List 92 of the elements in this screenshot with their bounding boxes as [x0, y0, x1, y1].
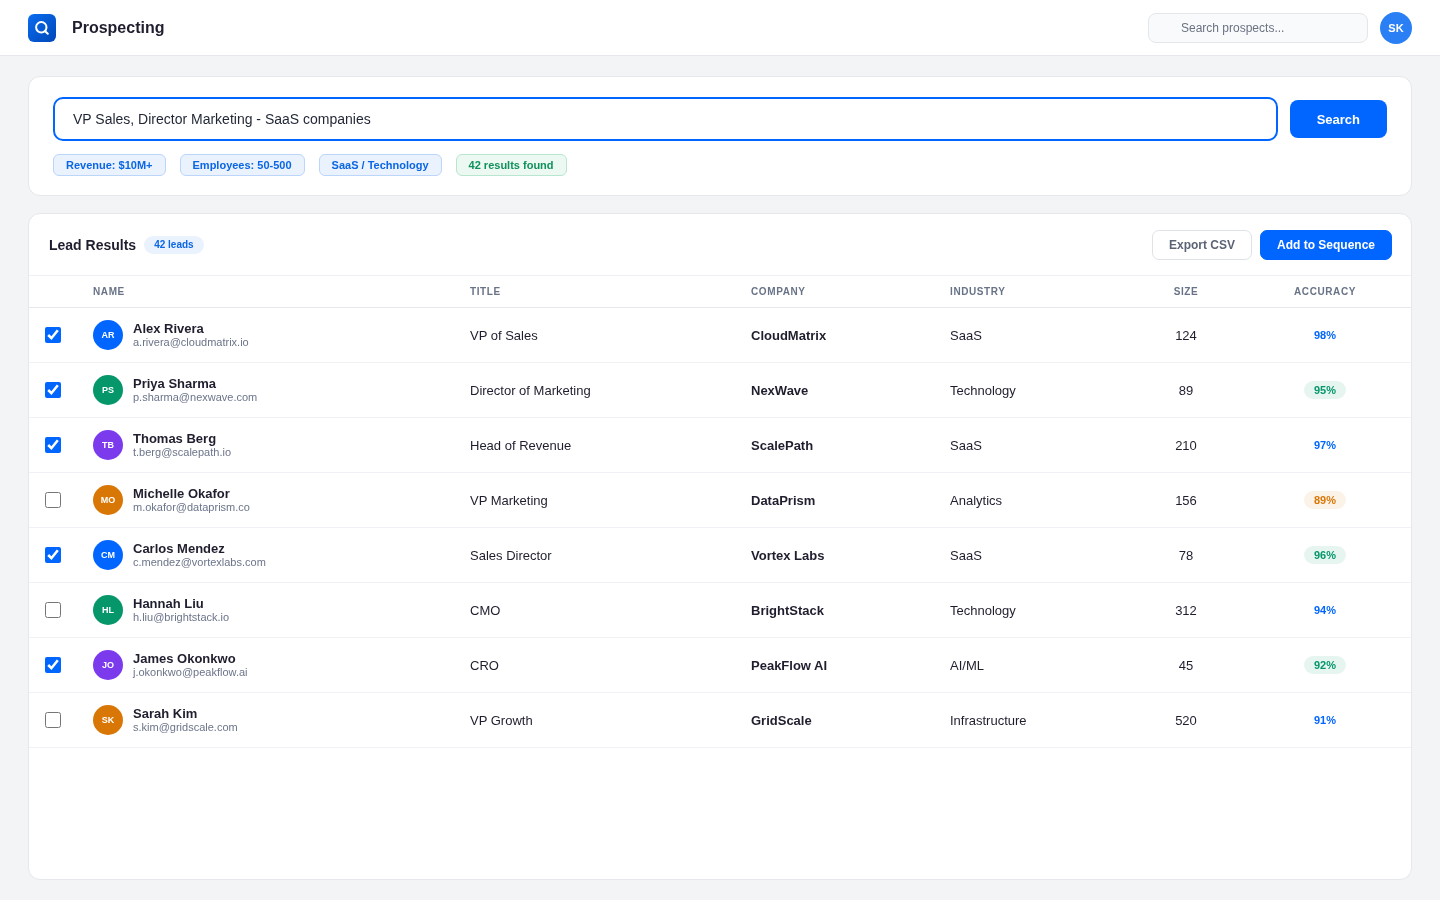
avatar: AR [93, 320, 123, 350]
accuracy-badge: 95% [1304, 381, 1346, 399]
column-header: TITLE [469, 286, 501, 297]
company-name: ScalePath [750, 437, 814, 453]
results-count-tag: 42 results found [455, 154, 567, 176]
company-name: Vortex Labs [750, 547, 825, 563]
table-cell: 45 [1178, 657, 1194, 673]
row-checkbox[interactable] [45, 327, 61, 343]
lead-email: t.berg@scalepath.io [133, 446, 231, 459]
lead-email: m.okafor@dataprism.co [133, 501, 250, 514]
row-checkbox[interactable] [45, 382, 61, 398]
company-name: GridScale [750, 712, 812, 728]
table-cell-text: Infrastructure [949, 712, 1027, 728]
search-field[interactable]: Search prospects... [1148, 12, 1368, 43]
lead-email: c.mendez@vortexlabs.com [133, 556, 266, 569]
table-cell-text: VP Marketing [469, 492, 548, 508]
accuracy-value: 98% [1313, 328, 1337, 343]
table-cell-text: Technology [949, 382, 1016, 398]
accuracy-value: 94% [1313, 603, 1337, 618]
query-input[interactable]: VP Sales, Director Marketing - SaaS companies [53, 97, 1278, 141]
company-name: NexWave [750, 382, 809, 398]
avatar: MO [93, 485, 123, 515]
table-cell: 124 [1175, 327, 1197, 343]
lead-email: h.liu@brightstack.io [133, 611, 230, 624]
row-checkbox[interactable] [45, 492, 61, 508]
row-checkbox[interactable] [45, 547, 61, 563]
lead-name: Priya Sharma [133, 376, 217, 391]
avatar: HL [93, 595, 123, 625]
company-name: PeakFlow AI [750, 657, 828, 673]
avatar: PS [93, 375, 123, 405]
avatar: SK [93, 705, 123, 735]
table-cell: 210 [1175, 437, 1197, 453]
table-cell-text: Technology [949, 602, 1016, 618]
lead-name: Carlos Mendez [133, 541, 225, 556]
table-cell: 312 [1175, 602, 1197, 618]
filter-tag[interactable]: SaaS / Technology [318, 154, 442, 176]
lead-email: j.okonkwo@peakflow.ai [133, 666, 248, 679]
lead-name: Hannah Liu [133, 596, 204, 611]
table-cell-text: CRO [469, 657, 499, 673]
accuracy-badge: 96% [1304, 546, 1346, 564]
table-cell: 89 [1178, 382, 1194, 398]
table-cell-text: AI/ML [949, 657, 984, 673]
lead-name: Michelle Okafor [133, 486, 230, 501]
avatar: CM [93, 540, 123, 570]
search-button[interactable]: Search [1289, 100, 1387, 138]
export-button[interactable]: Export CSV [1151, 229, 1252, 260]
table-cell: 78 [1178, 547, 1194, 563]
results-title: Lead Results [49, 236, 137, 253]
table-cell-text: SaaS [949, 327, 982, 343]
table-cell-text: SaaS [949, 547, 982, 563]
accuracy-badge: 89% [1304, 491, 1346, 509]
table-cell-text: Analytics [949, 492, 1003, 508]
lead-email: a.rivera@cloudmatrix.io [133, 336, 249, 349]
app-title: Prospecting [72, 18, 165, 37]
accuracy-badge: 92% [1304, 656, 1346, 674]
company-name: CloudMatrix [750, 327, 827, 343]
table-cell-text: Head of Revenue [469, 437, 572, 453]
table-cell-text: VP of Sales [469, 327, 538, 343]
table-cell-text: VP Growth [469, 712, 533, 728]
column-header: COMPANY [750, 286, 806, 297]
lead-email: s.kim@gridscale.com [133, 721, 238, 734]
filter-tag[interactable]: Revenue: $10M+ [53, 154, 166, 176]
logo-icon [28, 13, 56, 42]
column-header: INDUSTRY [949, 286, 1006, 297]
lead-name: Sarah Kim [133, 706, 198, 721]
accuracy-value: 97% [1313, 438, 1337, 453]
lead-name: Alex Rivera [133, 321, 204, 336]
row-checkbox[interactable] [45, 437, 61, 453]
column-header: NAME [92, 286, 125, 297]
table-cell-text: SaaS [949, 437, 982, 453]
table-cell: 520 [1175, 712, 1197, 728]
lead-email: p.sharma@nexwave.com [133, 391, 258, 404]
lead-count-badge: 42 leads [144, 235, 204, 254]
avatar: JO [93, 650, 123, 680]
column-header: ACCURACY [1294, 286, 1356, 297]
company-name: BrightStack [750, 602, 824, 618]
table-cell: 156 [1175, 492, 1197, 508]
add-to-sequence-button[interactable]: Add to Sequence [1260, 229, 1392, 260]
lead-name: Thomas Berg [133, 431, 217, 446]
column-header: SIZE [1173, 286, 1199, 297]
row-checkbox[interactable] [45, 712, 61, 728]
avatar: TB [93, 430, 123, 460]
table-cell-text: Sales Director [469, 547, 552, 563]
row-checkbox[interactable] [45, 657, 61, 673]
table-cell-text: CMO [469, 602, 501, 618]
table-cell-text: Director of Marketing [469, 382, 591, 398]
row-checkbox[interactable] [45, 602, 61, 618]
accuracy-value: 91% [1313, 713, 1337, 728]
lead-name: James Okonkwo [133, 651, 236, 666]
user-avatar[interactable]: SK [1380, 11, 1412, 44]
filter-tag[interactable]: Employees: 50-500 [179, 154, 305, 176]
company-name: DataPrism [750, 492, 816, 508]
